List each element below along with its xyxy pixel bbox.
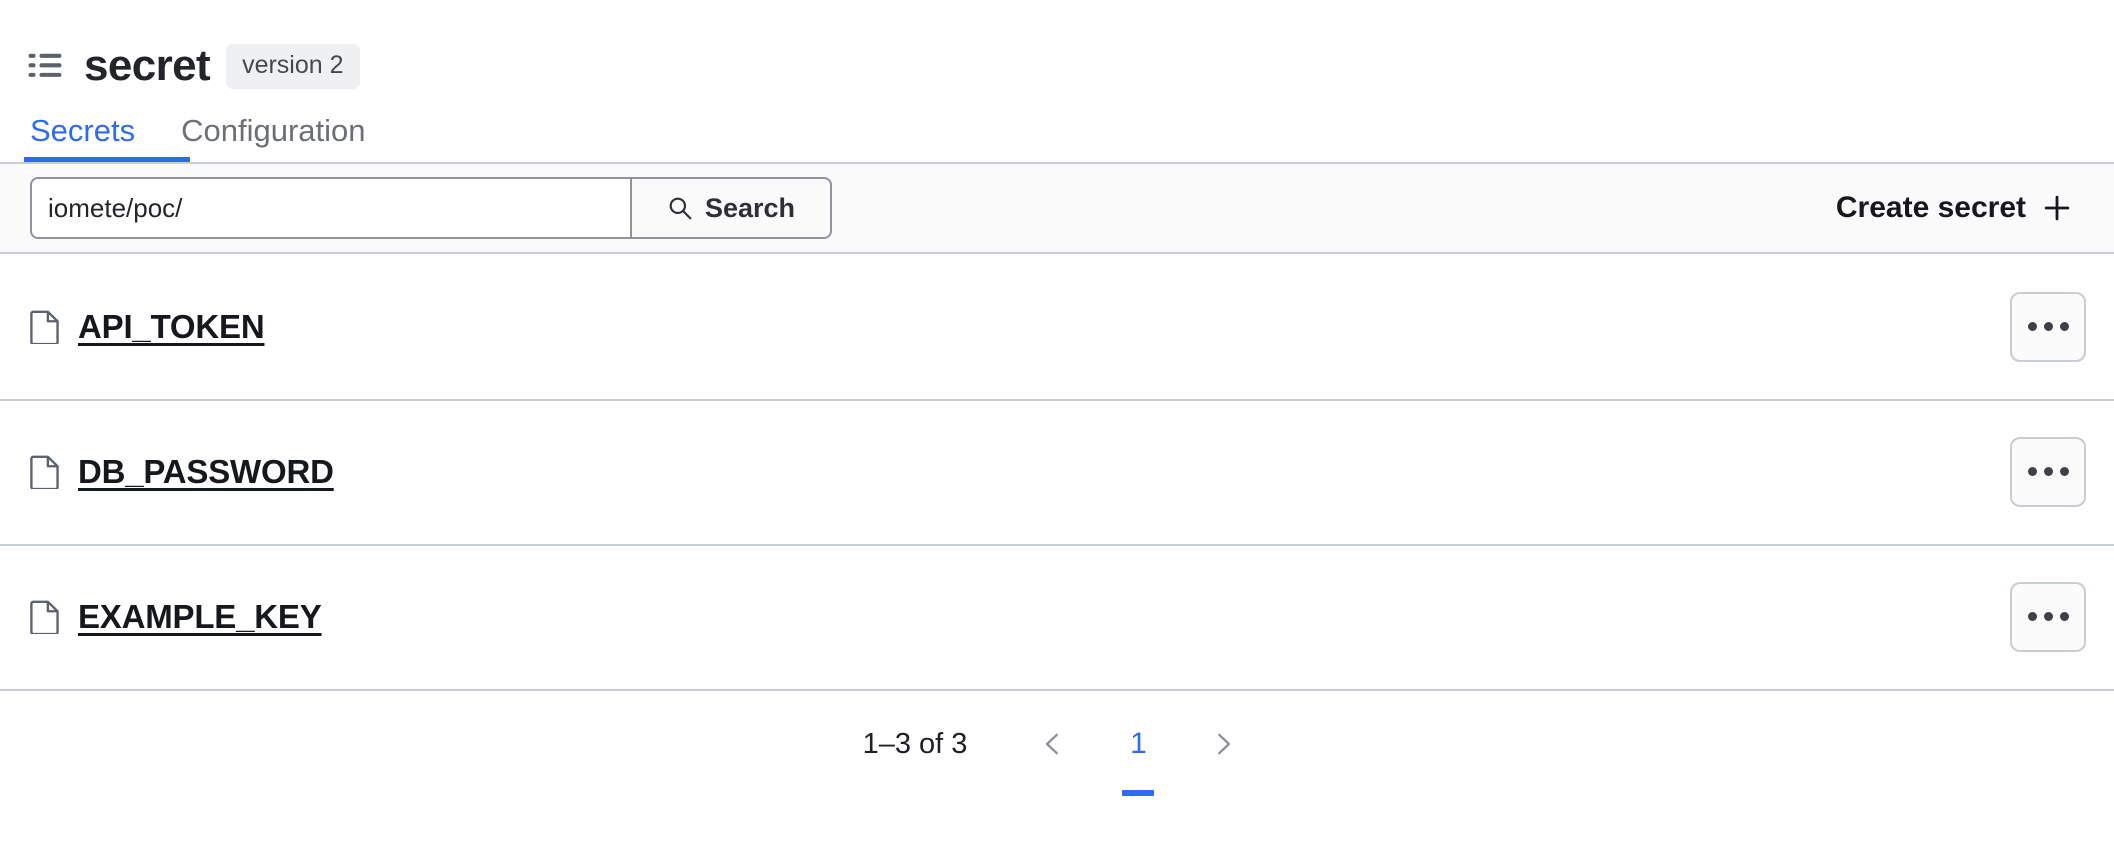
pagination-next-button[interactable]: [1195, 716, 1251, 772]
chevron-right-icon: [1210, 731, 1236, 757]
kebab-dot: [2043, 322, 2053, 331]
pagination: 1–3 of 3 1: [0, 691, 2114, 791]
search-group: Search: [30, 177, 832, 239]
version-badge: version 2: [226, 43, 360, 89]
pagination-page-1[interactable]: 1: [1099, 716, 1177, 772]
file-icon: [30, 455, 60, 489]
search-input[interactable]: [30, 177, 630, 239]
secret-link[interactable]: API_TOKEN: [78, 308, 265, 346]
list-bottom-divider: [0, 689, 2114, 691]
kebab-dot: [2027, 467, 2037, 476]
secret-link[interactable]: DB_PASSWORD: [78, 453, 334, 491]
row-menu-button[interactable]: [2010, 581, 2086, 652]
row-content: EXAMPLE_KEY: [30, 598, 322, 636]
search-button[interactable]: Search: [630, 177, 832, 239]
row-content: API_TOKEN: [30, 308, 265, 346]
kebab-dot: [2027, 612, 2037, 621]
chevron-left-icon: [1040, 731, 1066, 757]
pagination-prev-button[interactable]: [1025, 716, 1081, 772]
secrets-list: API_TOKEN DB_PASSWORD EXAMPLE_KEY: [0, 254, 2114, 691]
page-header: secret version 2: [0, 0, 2114, 100]
row-menu-button[interactable]: [2010, 291, 2086, 362]
tab-bar: Secrets Configuration: [0, 100, 2114, 162]
kebab-dot: [2043, 612, 2053, 621]
search-button-label: Search: [704, 192, 796, 223]
table-row: DB_PASSWORD: [0, 399, 2114, 544]
secret-link[interactable]: EXAMPLE_KEY: [78, 598, 322, 636]
toolbar: Search Create secret: [0, 162, 2114, 254]
create-secret-label: Create secret: [1835, 191, 2026, 224]
tab-secrets[interactable]: Secrets: [26, 115, 139, 162]
row-menu-button[interactable]: [2010, 436, 2086, 507]
kebab-dot: [2059, 322, 2069, 331]
search-icon: [667, 195, 693, 221]
kebab-dot: [2027, 322, 2037, 331]
create-secret-button[interactable]: Create secret: [1836, 191, 2086, 225]
pagination-range: 1–3 of 3: [862, 727, 968, 760]
file-icon: [30, 600, 60, 634]
file-icon: [30, 310, 60, 344]
kebab-dot: [2059, 467, 2069, 476]
row-content: DB_PASSWORD: [30, 453, 334, 491]
plus-icon: [2044, 195, 2070, 221]
secret-manager-page: secret version 2 Secrets Configuration S…: [0, 0, 2114, 844]
table-row: API_TOKEN: [0, 254, 2114, 399]
list-icon: [28, 51, 84, 81]
table-row: EXAMPLE_KEY: [0, 544, 2114, 689]
tab-configuration[interactable]: Configuration: [177, 115, 369, 162]
page-title: secret: [84, 41, 211, 90]
kebab-dot: [2059, 612, 2069, 621]
kebab-dot: [2043, 467, 2053, 476]
